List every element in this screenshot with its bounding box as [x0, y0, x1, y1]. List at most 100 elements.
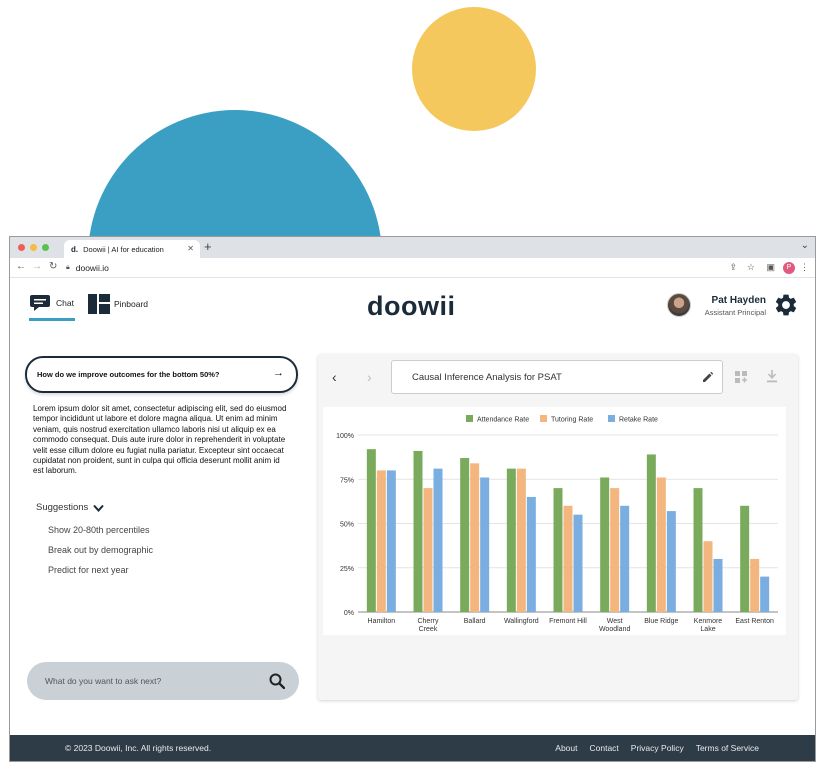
x-tick-label: West Woodland — [599, 618, 631, 633]
suggestion-item[interactable]: Predict for next year — [48, 565, 129, 575]
profile-avatar[interactable]: P — [783, 262, 795, 274]
legend-swatch — [608, 415, 615, 422]
lock-icon: 🔒︎ — [66, 264, 70, 271]
legend-label: Retake Rate — [619, 417, 658, 424]
suggestion-item[interactable]: Show 20-80th percentiles — [48, 525, 150, 535]
bar — [470, 463, 480, 612]
footer-link-terms[interactable]: Terms of Service — [696, 743, 759, 753]
arrow-right-icon[interactable]: → — [273, 367, 284, 379]
y-tick-label: 75% — [340, 477, 354, 484]
window-close-dot[interactable] — [18, 244, 25, 251]
nav-chat-label: Chat — [56, 298, 74, 308]
user-role: Assistant Principal — [704, 308, 766, 317]
chevron-down-icon — [93, 504, 105, 512]
favicon-icon: d. — [71, 244, 79, 254]
reload-icon[interactable]: ↻ — [49, 261, 57, 272]
x-tick-label: Kenmore Lake — [694, 618, 723, 633]
download-icon[interactable] — [766, 370, 778, 383]
bar — [646, 454, 656, 612]
window-maximize-dot[interactable] — [42, 244, 49, 251]
footer-link-privacy[interactable]: Privacy Policy — [631, 743, 684, 753]
bar — [386, 470, 396, 612]
bar — [610, 488, 620, 612]
footer-link-about[interactable]: About — [555, 743, 577, 753]
bar — [413, 450, 423, 612]
user-name: Pat Hayden — [711, 295, 766, 306]
chart-title: Causal Inference Analysis for PSAT — [412, 371, 562, 383]
footer-links: About Contact Privacy Policy Terms of Se… — [555, 743, 759, 753]
forward-arrow-icon[interactable]: → — [32, 261, 42, 272]
bookmark-star-icon[interactable]: ☆ — [747, 262, 755, 273]
active-tab-underline — [29, 318, 75, 321]
y-tick-label: 0% — [344, 610, 354, 617]
legend-swatch — [540, 415, 547, 422]
side-panel-icon[interactable]: ▣ — [766, 262, 775, 273]
y-tick-label: 25% — [340, 566, 354, 573]
x-tick-label: Cherry Creek — [417, 618, 439, 633]
browser-tab[interactable]: d. Doowii | AI for education ✕ — [64, 240, 200, 258]
legend-swatch — [466, 415, 473, 422]
bar-chart: 0% 25% 50% 75% 100% Attendance Rate Tutoring R… — [336, 415, 778, 633]
bar — [750, 558, 760, 612]
question-text: How do we improve outcomes for the botto… — [37, 370, 220, 379]
legend-label: Attendance Rate — [477, 417, 529, 424]
add-to-pinboard-icon[interactable] — [735, 371, 747, 383]
marketing-stage: d. Doowii | AI for education ✕ + ⌄ ← → ↻… — [0, 0, 828, 769]
chevron-left-icon[interactable]: ‹ — [332, 369, 337, 385]
chart-title-field[interactable]: Causal Inference Analysis for PSAT — [391, 360, 723, 394]
suggestions-label: Suggestions — [36, 502, 89, 513]
share-icon[interactable]: ⇪ — [729, 262, 737, 273]
chat-bubble-icon — [30, 295, 50, 311]
bar — [666, 511, 676, 612]
bar — [423, 488, 433, 612]
browser-window: d. Doowii | AI for education ✕ + ⌄ ← → ↻… — [9, 236, 816, 762]
ask-placeholder: What do you want to ask next? — [45, 676, 162, 686]
tab-strip: d. Doowii | AI for education ✕ + ⌄ — [10, 237, 815, 258]
legend-label: Tutoring Rate — [551, 417, 593, 424]
bar — [600, 477, 610, 612]
footer: © 2023 Doowii, Inc. All rights reserved.… — [10, 735, 815, 761]
x-tick-label: Wallingford — [504, 618, 539, 625]
bar — [366, 449, 376, 612]
bar — [573, 514, 583, 612]
nav-pinboard[interactable]: Pinboard — [88, 294, 148, 314]
browser-menu-icon[interactable]: ⋮ — [800, 262, 809, 273]
bar — [713, 558, 723, 612]
x-tick-label: Fremont Hill — [549, 618, 587, 625]
x-tick-label: Blue Ridge — [644, 618, 678, 625]
question-bubble[interactable]: How do we improve outcomes for the botto… — [25, 356, 298, 393]
user-avatar[interactable] — [667, 293, 691, 317]
bar — [703, 541, 713, 612]
chevron-right-icon[interactable]: › — [367, 369, 372, 385]
bar — [760, 576, 770, 612]
suggestions-toggle[interactable]: Suggestions — [36, 502, 105, 513]
x-tick-label: East Renton — [735, 618, 774, 625]
nav-chat[interactable]: Chat — [29, 294, 74, 312]
pencil-edit-icon[interactable] — [702, 371, 714, 383]
bar — [433, 468, 443, 612]
tab-search-chevron-icon[interactable]: ⌄ — [801, 240, 809, 251]
bar — [526, 496, 536, 612]
url-text: doowii.io — [75, 263, 109, 273]
tab-close-icon[interactable]: ✕ — [187, 244, 194, 253]
window-minimize-dot[interactable] — [30, 244, 37, 251]
url-field[interactable]: 🔒︎ doowii.io — [66, 261, 766, 275]
bar — [656, 477, 666, 612]
ask-input[interactable]: What do you want to ask next? — [27, 662, 299, 700]
bar — [553, 488, 563, 612]
y-tick-label: 50% — [340, 522, 354, 529]
gear-icon[interactable] — [773, 292, 799, 318]
doowii-logo[interactable]: doowii — [367, 291, 455, 322]
nav-pinboard-label: Pinboard — [114, 299, 149, 309]
suggestion-item[interactable]: Break out by demographic — [48, 545, 153, 555]
footer-link-contact[interactable]: Contact — [590, 743, 619, 753]
search-icon[interactable] — [269, 673, 285, 689]
doowii-app: Chat Pinboard doowii Pat Hayden Assistan… — [10, 278, 815, 735]
new-tab-icon[interactable]: + — [204, 239, 212, 254]
pinboard-grid-icon — [88, 294, 110, 314]
bar — [376, 470, 386, 612]
answer-text: Lorem ipsum dolor sit amet, consectetur … — [33, 404, 287, 476]
chart-panel: ‹ › Causal Inference Analysis for PSAT 0… — [318, 354, 798, 700]
back-arrow-icon[interactable]: ← — [16, 261, 26, 272]
bar — [516, 468, 526, 612]
